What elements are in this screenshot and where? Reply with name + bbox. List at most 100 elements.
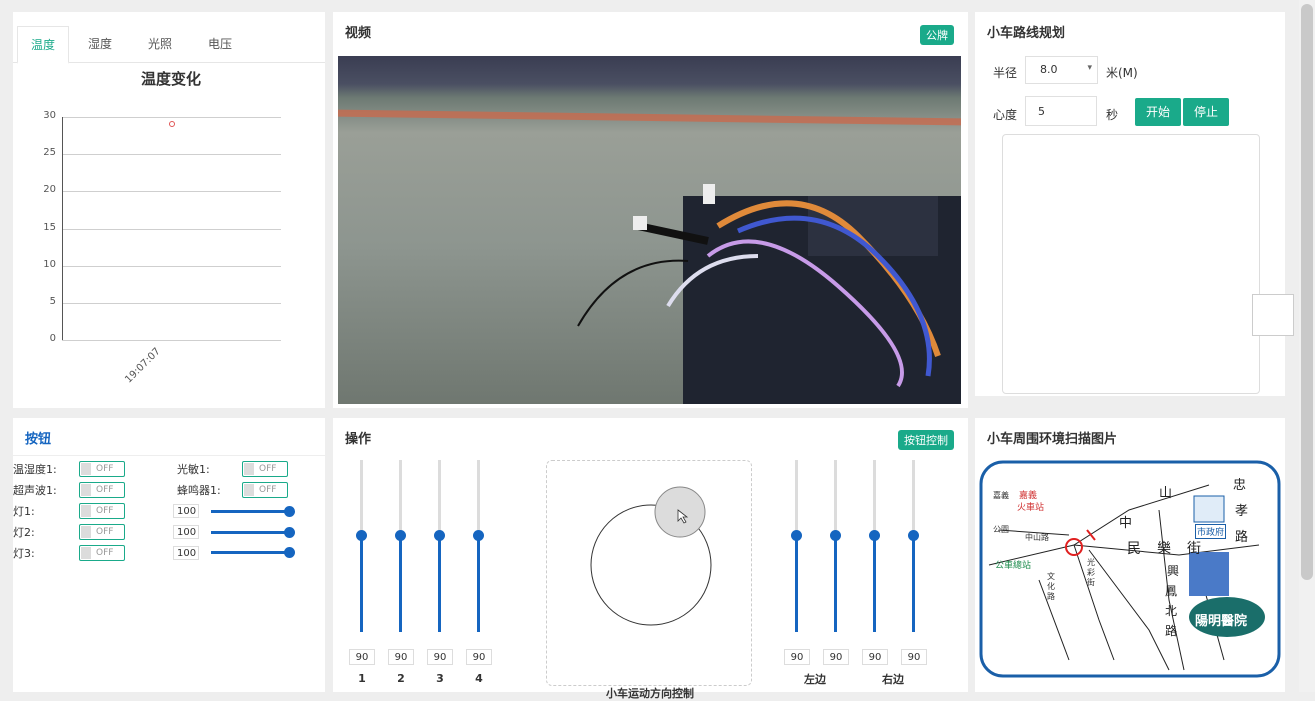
motor-slider[interactable] — [905, 460, 921, 640]
chart-gridline — [62, 340, 281, 341]
servo-slider[interactable] — [470, 460, 486, 640]
route-panel: 小车路线规划 半径 8.0 ▾ 米(M) 心度 5 秒 开始 停止 — [975, 12, 1294, 396]
switch-toggle[interactable]: OFF — [79, 503, 125, 519]
scan-image: 嘉義 火車站 市政府 中山路 中 民 樂 街 忠 孝 路 山 文化路 光彩街 公… — [979, 460, 1281, 678]
switch-toggle[interactable]: OFF — [79, 461, 125, 477]
motor-slider[interactable] — [827, 460, 843, 640]
motor-slider[interactable] — [866, 460, 882, 640]
chart-gridline — [62, 117, 281, 118]
slider-thumb[interactable] — [284, 527, 295, 538]
slider-thumb[interactable] — [791, 530, 802, 541]
brightness-slider[interactable] — [211, 547, 295, 558]
switch-state: OFF — [96, 485, 114, 495]
switch-toggle[interactable]: OFF — [242, 461, 288, 477]
servo-value[interactable]: 90 — [427, 649, 453, 665]
map-label: 中 — [1119, 516, 1133, 531]
slider-thumb[interactable] — [869, 530, 880, 541]
servo-slider[interactable] — [392, 460, 408, 640]
switch-toggle[interactable]: OFF — [79, 524, 125, 540]
brightness-slider[interactable] — [211, 527, 295, 538]
motor-value[interactable]: 90 — [784, 649, 810, 665]
chart-gridline — [62, 228, 281, 230]
slider-thumb[interactable] — [434, 530, 445, 541]
speed-input[interactable]: 5 — [1025, 96, 1097, 126]
servo-slider[interactable] — [431, 460, 447, 640]
ops-panel: 操作 按钮控制 90 90 90 90 1 2 3 4 小车运动方向控制 90 … — [333, 418, 968, 700]
servo-label: 4 — [475, 672, 483, 685]
map-label: 公車總站 — [995, 561, 1032, 571]
switch-label: 温湿度1: — [13, 463, 57, 476]
slider-thumb[interactable] — [284, 547, 295, 558]
slider-value[interactable]: 100 — [173, 504, 199, 518]
left-group-label: 左边 — [804, 673, 826, 686]
switch-state: OFF — [259, 485, 277, 495]
chart-gridline — [62, 265, 281, 267]
map-label: 樂 — [1157, 541, 1171, 557]
switch-state: OFF — [259, 464, 277, 474]
route-canvas[interactable] — [1002, 134, 1260, 394]
y-tick-label: 5 — [49, 295, 56, 307]
y-axis-line — [62, 117, 63, 340]
map-label: 山 — [1159, 486, 1173, 501]
servo-value[interactable]: 90 — [349, 649, 375, 665]
map-label: 陽明醫院 — [1195, 614, 1248, 629]
switch-label: 蜂鸣器1: — [177, 484, 221, 497]
map-label: 孝 — [1235, 504, 1249, 519]
route-scroll-handle[interactable] — [1252, 294, 1294, 336]
switch-toggle[interactable]: OFF — [79, 545, 125, 561]
motor-slider[interactable] — [788, 460, 804, 640]
motor-value[interactable]: 90 — [901, 649, 927, 665]
joystick-area[interactable]: 小车运动方向控制 — [546, 460, 753, 700]
radius-select[interactable]: 8.0 ▾ — [1025, 56, 1098, 84]
motor-value[interactable]: 90 — [823, 649, 849, 665]
video-panel: 视频 公牌 — [333, 12, 968, 408]
map-label: 民 — [1127, 541, 1141, 557]
radius-unit: 米(M) — [1106, 66, 1138, 80]
switch-toggle[interactable]: OFF — [79, 482, 125, 498]
servo-label: 3 — [436, 672, 444, 685]
slider-thumb[interactable] — [473, 530, 484, 541]
page-scrollbar[interactable] — [1299, 0, 1315, 692]
stop-button[interactable]: 停止 — [1183, 98, 1229, 126]
switch-label: 超声波1: — [13, 484, 57, 497]
chart-gridline — [62, 302, 281, 304]
slider-thumb[interactable] — [908, 530, 919, 541]
map-label: 文化路 — [1047, 572, 1055, 601]
speed-unit: 秒 — [1106, 108, 1119, 122]
chart-gridline — [62, 154, 281, 156]
switch-toggle[interactable]: OFF — [242, 482, 288, 498]
button-title: 按钮 — [25, 432, 52, 447]
video-badge[interactable]: 公牌 — [920, 25, 954, 45]
map-label: 火車站 — [1017, 503, 1045, 513]
map-label: 市政府 — [1195, 524, 1227, 539]
brightness-slider[interactable] — [211, 506, 295, 517]
map-label: 路 — [1235, 530, 1249, 545]
servo-slider[interactable] — [353, 460, 369, 640]
slider-thumb[interactable] — [284, 506, 295, 517]
map-label: 北 — [1165, 604, 1178, 618]
switch-state: OFF — [96, 548, 114, 558]
radius-label: 半径 — [993, 66, 1018, 80]
switch-state: OFF — [96, 506, 114, 516]
start-button[interactable]: 开始 — [1135, 98, 1181, 126]
servo-value[interactable]: 90 — [388, 649, 414, 665]
button-panel: 按钮 温湿度1: OFF 超声波1: OFF 灯1: OFF 灯2: OFF 灯… — [13, 418, 325, 692]
y-tick-label: 10 — [43, 258, 56, 270]
speed-label: 心度 — [993, 108, 1018, 122]
slider-thumb[interactable] — [830, 530, 841, 541]
slider-thumb[interactable] — [356, 530, 367, 541]
switch-label: 灯1: — [13, 505, 35, 518]
chart-point[interactable] — [168, 121, 175, 128]
slider-value[interactable]: 100 — [173, 546, 199, 560]
ops-title: 操作 — [345, 432, 372, 447]
servo-value[interactable]: 90 — [466, 649, 492, 665]
slider-value[interactable]: 100 — [173, 525, 199, 539]
scrollbar-thumb[interactable] — [1301, 4, 1313, 580]
radius-value: 8.0 — [1040, 63, 1058, 76]
slider-thumb[interactable] — [395, 530, 406, 541]
ops-badge[interactable]: 按钮控制 — [898, 430, 954, 450]
motor-value[interactable]: 90 — [862, 649, 888, 665]
y-tick-label: 25 — [43, 147, 56, 159]
map-label: 興 — [1167, 564, 1180, 578]
joystick[interactable] — [547, 461, 753, 687]
